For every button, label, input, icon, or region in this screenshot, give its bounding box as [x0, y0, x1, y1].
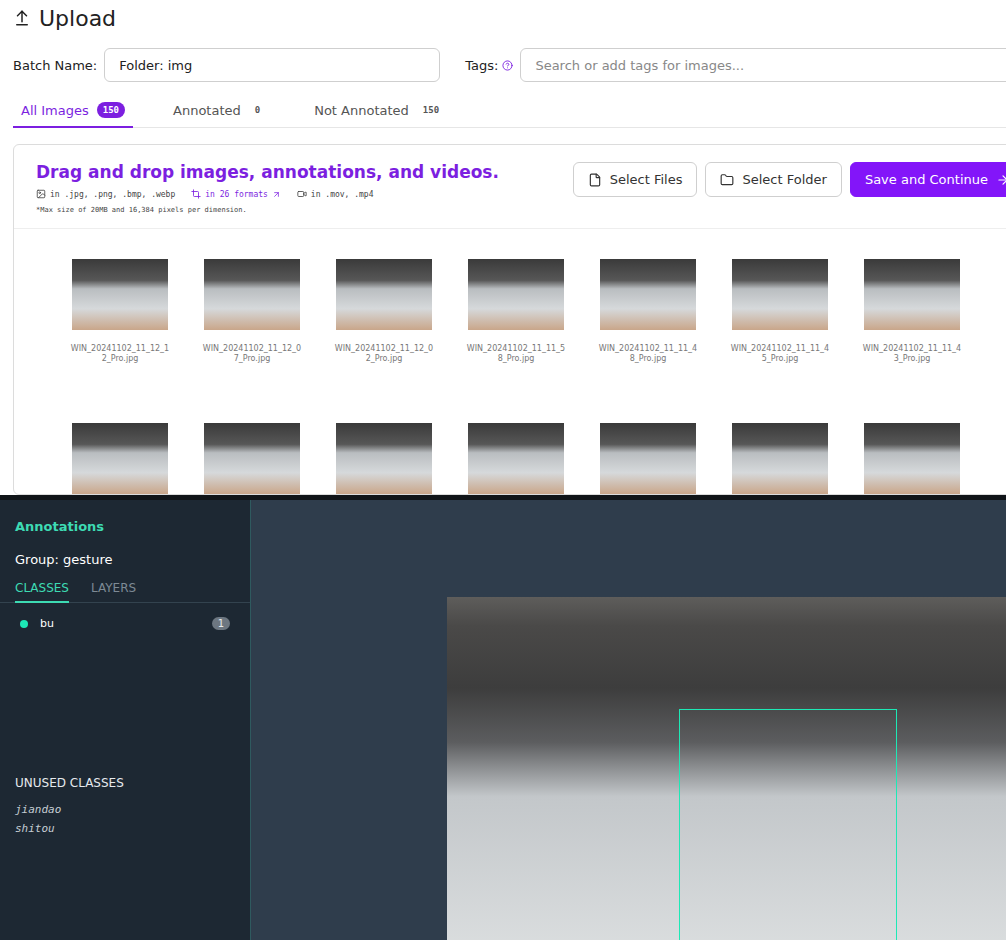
thumbnail[interactable] [336, 423, 432, 494]
tab-count: 150 [97, 102, 125, 118]
thumbnail-photo [468, 259, 564, 330]
thumbnail[interactable]: WIN_20241102_11_12_02_Pro.jpg [336, 259, 432, 365]
thumbnail[interactable]: WIN_20241102_11_11_45_Pro.jpg [732, 259, 828, 365]
drop-zone[interactable]: Drag and drop images, annotations, and v… [13, 144, 1006, 495]
thumbnail-photo [72, 259, 168, 330]
class-dot [20, 620, 28, 628]
unused-class[interactable]: shitou [0, 822, 250, 835]
tab[interactable]: All Images150 [13, 102, 133, 128]
unused-class[interactable]: jiandao [0, 803, 250, 816]
save-button[interactable]: Save and Continue [850, 162, 1006, 197]
thumbnail[interactable] [864, 423, 960, 494]
select-button[interactable]: Select Files [573, 162, 698, 197]
thumbnail-name: WIN_20241102_11_11_45_Pro.jpg [730, 344, 830, 365]
video-icon [297, 189, 307, 199]
thumbnail-name: WIN_20241102_11_11_58_Pro.jpg [466, 344, 566, 365]
thumbnail-photo [336, 423, 432, 494]
tab[interactable]: Annotated0 [165, 102, 274, 128]
thumbnail-photo [336, 259, 432, 330]
class-name: bu [40, 617, 200, 630]
thumbnail-name: WIN_20241102_11_12_02_Pro.jpg [334, 344, 434, 365]
thumbnail[interactable] [468, 423, 564, 494]
sidebar-tab[interactable]: CLASSES [15, 581, 69, 603]
sidebar-tabs: CLASSES LAYERS [0, 581, 250, 603]
drop-zone-header: Drag and drop images, annotations, and v… [14, 145, 1006, 229]
tags-input[interactable]: Search or add tags for images... [520, 48, 1006, 82]
thumbnail[interactable]: WIN_20241102_11_12_07_Pro.jpg [204, 259, 300, 365]
thumbnail[interactable]: WIN_20241102_11_11_43_Pro.jpg [864, 259, 960, 365]
select-button[interactable]: Select Folder [705, 162, 841, 197]
annotation-canvas [251, 500, 1006, 940]
thumbnail-photo [732, 259, 828, 330]
file-icon [588, 173, 602, 187]
thumbnail[interactable] [72, 423, 168, 494]
help-icon[interactable] [502, 60, 513, 71]
thumbnail-photo [732, 423, 828, 494]
thumbnail[interactable]: WIN_20241102_11_11_48_Pro.jpg [600, 259, 696, 365]
format-list: in .jpg, .png, .bmp, .webp in 26 formats i… [36, 189, 499, 199]
thumbnail-photo [864, 423, 960, 494]
folder-icon [720, 173, 734, 187]
batch-label: Batch Name: [13, 58, 97, 73]
image-icon [36, 189, 46, 199]
crop-icon [191, 189, 201, 199]
thumbnail-photo [600, 423, 696, 494]
format-item: in .jpg, .png, .bmp, .webp [36, 189, 175, 199]
thumbnail-name: WIN_20241102_11_12_12_Pro.jpg [70, 344, 170, 365]
thumbnail-name: WIN_20241102_11_11_43_Pro.jpg [862, 344, 962, 365]
tags-label: Tags: [465, 58, 513, 73]
thumbnail[interactable] [204, 423, 300, 494]
thumbnail-name: WIN_20241102_11_12_07_Pro.jpg [202, 344, 302, 365]
annotation-sidebar: Annotations Group: gesture CLASSES LAYERS bu… [0, 500, 251, 940]
thumbnail-photo [204, 259, 300, 330]
class-row[interactable]: bu 1 [0, 617, 250, 630]
format-item[interactable]: in 26 formats [191, 189, 281, 199]
size-note: *Max size of 20MB and 16,384 pixels per … [36, 206, 499, 214]
class-count: 1 [212, 617, 230, 630]
thumbnail-photo [468, 423, 564, 494]
thumbnail-grid: WIN_20241102_11_12_12_Pro.jpg WIN_2024110… [14, 229, 1006, 494]
format-item: in .mov, .mp4 [297, 189, 374, 199]
external-link-icon [272, 190, 281, 199]
upload-icon [13, 9, 31, 27]
canvas-photo [447, 597, 1006, 940]
annotation-pane: Annotations Group: gesture CLASSES LAYERS bu… [0, 495, 1006, 940]
tab[interactable]: Not Annotated150 [306, 102, 453, 128]
thumbnail-photo [864, 259, 960, 330]
button-group: Select FilesSelect Folder Save and Contin… [573, 162, 1006, 214]
tab-bar: All Images150 Annotated0 Not Annotated150 [13, 102, 1006, 128]
drop-zone-title: Drag and drop images, annotations, and v… [36, 162, 499, 182]
thumbnail-photo [204, 423, 300, 494]
header: Upload [13, 4, 1006, 32]
bounding-box[interactable] [679, 709, 897, 940]
unused-title: UNUSED CLASSES [0, 776, 250, 790]
tab-count: 150 [417, 102, 445, 118]
thumbnail[interactable]: WIN_20241102_11_11_58_Pro.jpg [468, 259, 564, 365]
thumbnail[interactable]: WIN_20241102_11_12_12_Pro.jpg [72, 259, 168, 365]
tab-count: 0 [249, 102, 266, 118]
thumbnail-photo [72, 423, 168, 494]
group-label: Group: gesture [0, 552, 250, 567]
sidebar-title: Annotations [0, 519, 250, 534]
batch-input[interactable]: Folder: img [104, 48, 440, 82]
upload-pane: Upload Batch Name: Folder: img Tags: Search … [0, 0, 1006, 495]
thumbnail[interactable] [600, 423, 696, 494]
thumbnail-name: WIN_20241102_11_11_48_Pro.jpg [598, 344, 698, 365]
sidebar-tab[interactable]: LAYERS [91, 581, 136, 603]
field-row: Batch Name: Folder: img Tags: Search or add… [13, 48, 1006, 82]
thumbnail[interactable] [732, 423, 828, 494]
page-title: Upload [39, 6, 116, 31]
arrow-right-icon [996, 173, 1006, 187]
page: Upload Batch Name: Folder: img Tags: Search … [0, 0, 1006, 940]
thumbnail-photo [600, 259, 696, 330]
